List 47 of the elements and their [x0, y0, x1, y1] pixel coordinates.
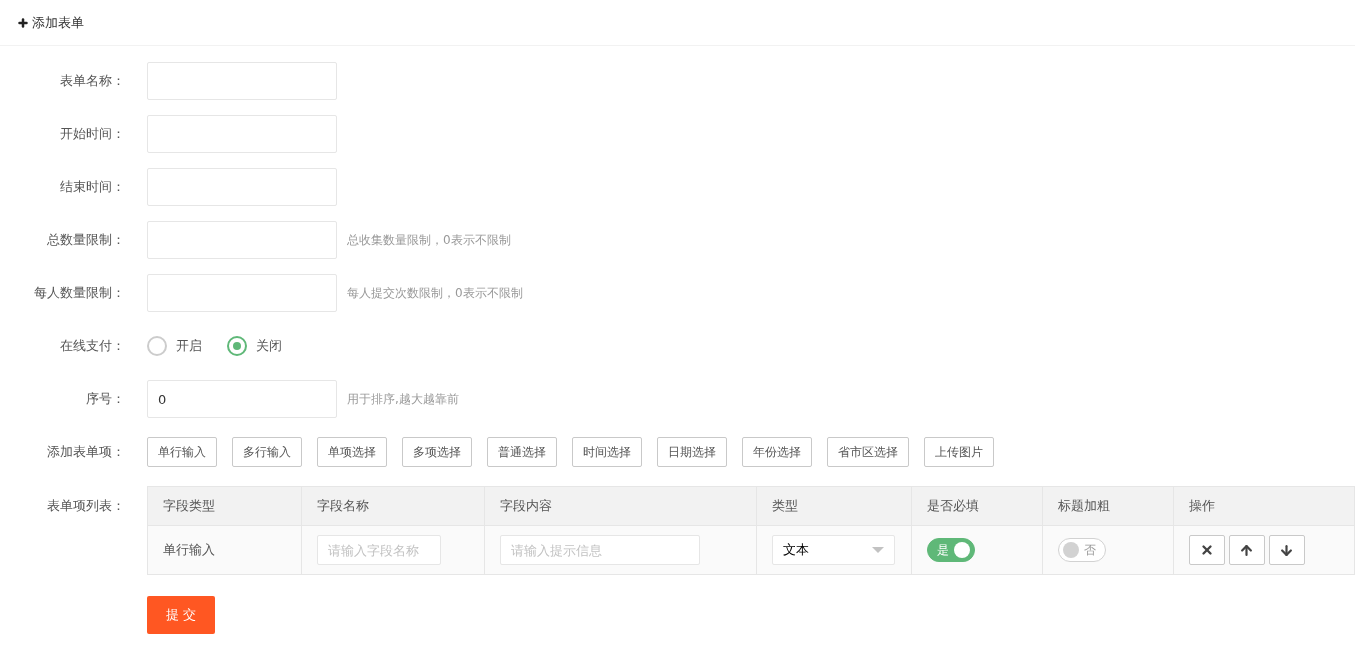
input-field[interactable] [147, 115, 337, 153]
radio-option[interactable]: 开启 [147, 336, 202, 356]
column-header: 字段类型 [147, 486, 302, 526]
hint-text: 总收集数量限制，0表示不限制 [347, 231, 511, 249]
caret-icon [872, 547, 885, 553]
field-label: 在线支付： [59, 337, 125, 355]
field-label: 每人数量限制： [33, 284, 125, 302]
field-label: 表单项列表： [46, 497, 125, 515]
add-item-button[interactable]: 单行输入 [147, 437, 217, 467]
page-title: 添加表单 [32, 13, 84, 32]
field-label: 开始时间： [59, 125, 125, 143]
add-item-button[interactable]: 时间选择 [572, 437, 642, 467]
type-select[interactable]: 文本 [772, 535, 896, 565]
move-down-button[interactable] [1268, 535, 1305, 565]
close-icon [1199, 543, 1214, 557]
input-field[interactable] [147, 62, 337, 100]
column-header: 字段内容 [484, 486, 757, 526]
field-label: 总数量限制： [46, 231, 125, 249]
move-up-button[interactable] [1228, 535, 1265, 565]
table-cell: 单行输入 [147, 525, 302, 575]
input-field[interactable] [147, 168, 337, 206]
column-header: 是否必填 [911, 486, 1043, 526]
column-header: 类型 [756, 486, 912, 526]
column-header: 标题加粗 [1042, 486, 1174, 526]
add-item-button[interactable]: 多项选择 [402, 437, 472, 467]
add-item-button[interactable]: 上传图片 [924, 437, 994, 467]
hint-text: 用于排序,越大越靠前 [347, 390, 459, 408]
field-label: 结束时间： [59, 178, 125, 196]
hint-text: 每人提交次数限制，0表示不限制 [347, 284, 523, 302]
input-field[interactable] [147, 221, 337, 259]
column-header: 操作 [1173, 486, 1355, 526]
add-item-button[interactable]: 普通选择 [487, 437, 557, 467]
arrow-down-icon [1279, 542, 1295, 558]
field-label: 序号： [85, 390, 125, 408]
input-field[interactable] [147, 274, 337, 312]
add-item-button[interactable]: 单项选择 [317, 437, 387, 467]
field-label: 添加表单项： [46, 443, 125, 461]
radio-option[interactable]: 关闭 [227, 336, 282, 356]
column-header: 字段名称 [301, 486, 485, 526]
add-item-button[interactable]: 年份选择 [742, 437, 812, 467]
add-item-button[interactable]: 省市区选择 [827, 437, 909, 467]
field-label: 表单名称： [59, 72, 125, 90]
add-item-button[interactable]: 日期选择 [657, 437, 727, 467]
delete-button[interactable] [1188, 535, 1225, 565]
input-field[interactable]: 0 [147, 380, 337, 418]
add-item-button[interactable]: 多行输入 [232, 437, 302, 467]
plus-icon [17, 16, 29, 29]
